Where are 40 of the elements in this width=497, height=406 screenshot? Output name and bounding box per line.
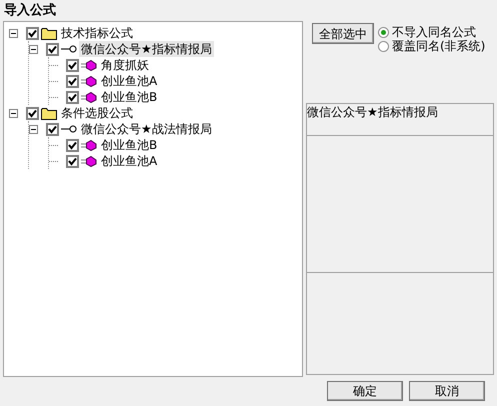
checkbox[interactable] bbox=[26, 26, 39, 40]
checkbox[interactable] bbox=[66, 90, 79, 104]
checkbox[interactable] bbox=[66, 58, 79, 72]
folder-icon bbox=[41, 26, 57, 40]
checkbox[interactable] bbox=[66, 74, 79, 88]
gem-icon bbox=[81, 156, 97, 166]
gem-icon bbox=[81, 92, 97, 102]
collapse-toggle[interactable] bbox=[9, 108, 18, 118]
tree-item[interactable]: 创业鱼池B bbox=[99, 89, 160, 105]
collapse-toggle[interactable] bbox=[29, 44, 38, 54]
tree-item[interactable]: 角度抓妖 bbox=[99, 57, 151, 73]
key-icon bbox=[61, 125, 77, 133]
gem-icon bbox=[81, 76, 97, 86]
checkbox[interactable] bbox=[66, 138, 79, 152]
tree-item[interactable]: 创业鱼池A bbox=[99, 73, 160, 89]
tree-item[interactable]: 微信公众号★战法情报局 bbox=[79, 121, 214, 137]
collapse-toggle[interactable] bbox=[29, 124, 38, 134]
description-box: 微信公众号★指标情报局 bbox=[306, 103, 494, 136]
collapse-toggle[interactable] bbox=[9, 28, 18, 38]
tree-item[interactable]: 创业鱼池B bbox=[99, 137, 160, 153]
checkbox[interactable] bbox=[66, 154, 79, 168]
radio-button[interactable] bbox=[378, 40, 389, 52]
key-icon bbox=[61, 45, 77, 53]
tree-item[interactable]: 创业鱼池A bbox=[99, 153, 160, 169]
tree-item[interactable]: 条件选股公式 bbox=[59, 105, 135, 121]
gem-icon bbox=[81, 140, 97, 150]
window-title: 导入公式 bbox=[3, 2, 57, 20]
option-label: 覆盖同名(非系统) bbox=[392, 38, 486, 55]
tree-item[interactable]: 技术指标公式 bbox=[59, 25, 135, 41]
tree-item[interactable]: 微信公众号★指标情报局 bbox=[79, 41, 214, 57]
checkbox[interactable] bbox=[46, 42, 59, 56]
option-label: 不导入同名公式 bbox=[392, 24, 476, 40]
dialog-button[interactable]: 确定 bbox=[327, 381, 403, 401]
checkbox[interactable] bbox=[46, 122, 59, 136]
radio-button[interactable] bbox=[378, 26, 389, 38]
dialog-button[interactable]: 取消 bbox=[409, 381, 485, 401]
gem-icon bbox=[81, 60, 97, 70]
folder-icon bbox=[41, 106, 57, 120]
select-all-button[interactable]: 全部选中 bbox=[312, 23, 374, 44]
checkbox[interactable] bbox=[26, 106, 39, 120]
